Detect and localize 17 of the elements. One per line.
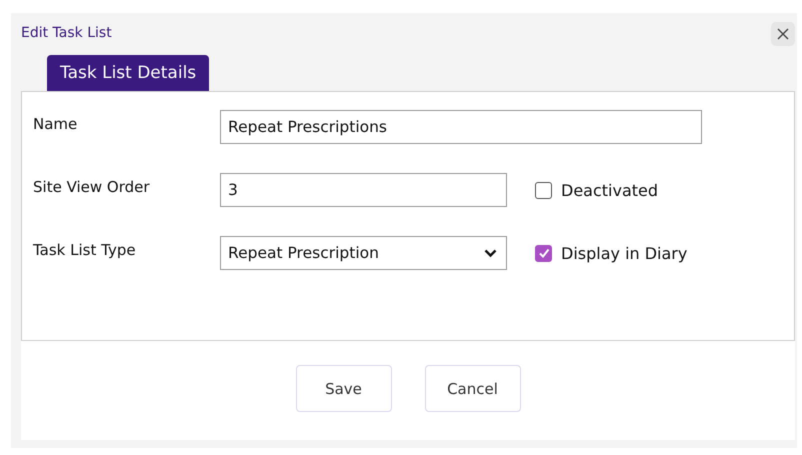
close-icon xyxy=(777,28,789,40)
field-label: Task List Type xyxy=(33,241,137,259)
field-label: Site View Order xyxy=(33,178,151,196)
tab[interactable]: Task List Details xyxy=(47,55,210,91)
dialog-button[interactable]: Save xyxy=(296,365,392,412)
dropdown[interactable]: Repeat Prescription xyxy=(220,236,507,270)
checkbox-label: Deactivated xyxy=(561,180,658,200)
close-button[interactable] xyxy=(771,22,795,46)
chevron-icon xyxy=(484,248,497,258)
field-label: Name xyxy=(33,115,78,133)
dialog-title: Edit Task List xyxy=(21,24,112,40)
input-field[interactable]: Repeat Prescriptions xyxy=(220,110,702,144)
dialog-button[interactable]: Cancel xyxy=(424,365,520,412)
checkbox[interactable] xyxy=(535,244,552,262)
checkbox[interactable] xyxy=(535,182,552,198)
checkbox-label: Display in Diary xyxy=(561,244,688,262)
input-field[interactable]: 3 xyxy=(220,173,507,207)
